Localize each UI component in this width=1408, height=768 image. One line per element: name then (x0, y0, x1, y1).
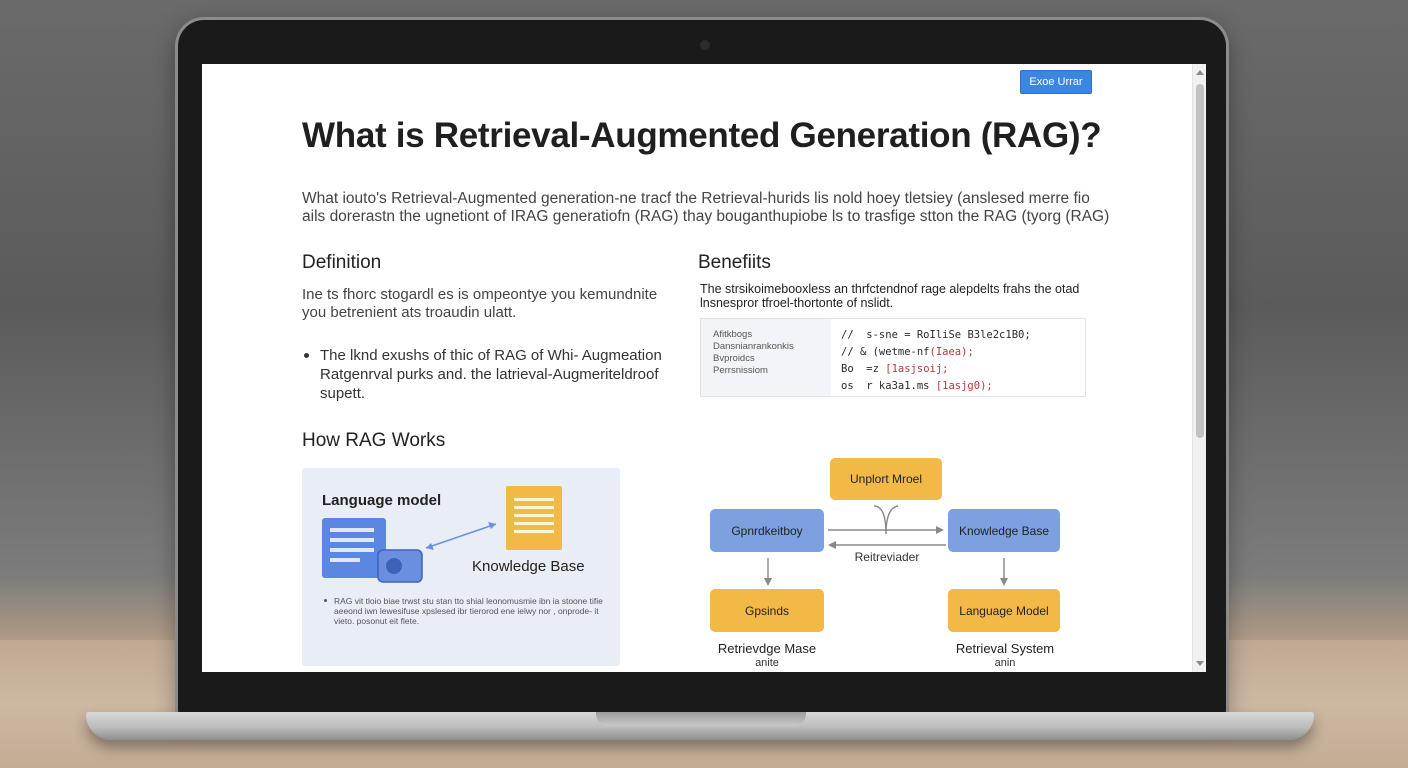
retrieval-system-caption: Retrieval System (955, 641, 1055, 656)
retriever-label: Reitreviader (854, 550, 920, 564)
webcam (700, 40, 710, 50)
gpnrdkeitboy-node: Gpnrdkeitboy (710, 509, 824, 552)
retrievdge-mase-caption: Retrievdge Mase (717, 641, 817, 656)
laptop-hinge-notch (596, 712, 806, 726)
scroll-up-icon[interactable] (1196, 70, 1204, 75)
scroll-down-icon[interactable] (1196, 661, 1204, 666)
retrievdge-mase-subcaption: anite (755, 657, 779, 669)
gpsinds-node: Gpsinds (710, 589, 824, 632)
language-model-node: Language Model (948, 589, 1060, 632)
scroll-thumb[interactable] (1196, 84, 1204, 438)
rag-flow-arrows (764, 505, 1008, 586)
laptop-screen: Exoe Urrar What is Retrieval-Augmented G… (202, 64, 1206, 672)
vertical-scrollbar[interactable] (1192, 64, 1206, 672)
unplort-model-node: Unplort Mroel (830, 458, 942, 500)
knowledge-base-node: Knowledge Base (948, 509, 1060, 552)
retrieval-system-subcaption: anin (994, 657, 1016, 669)
